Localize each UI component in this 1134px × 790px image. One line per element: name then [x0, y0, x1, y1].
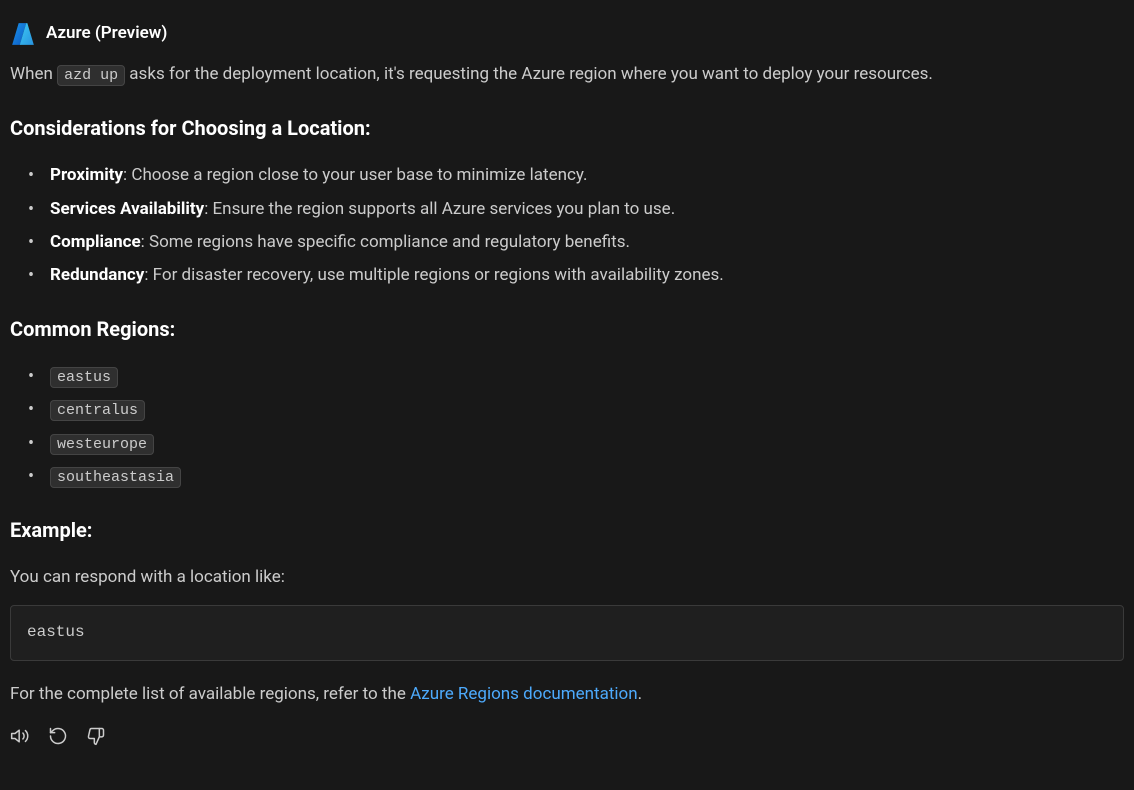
item-label: Redundancy	[50, 265, 144, 285]
thumbs-down-icon[interactable]	[86, 726, 106, 746]
intro-paragraph: When azd up asks for the deployment loca…	[10, 61, 1124, 88]
footer-before: For the complete list of available regio…	[10, 684, 410, 704]
item-text: : Some regions have specific compliance …	[141, 232, 630, 252]
region-code: eastus	[50, 367, 118, 388]
example-code-block: eastus	[10, 605, 1124, 661]
action-bar	[10, 726, 1124, 746]
example-code: eastus	[27, 623, 85, 641]
item-label: Proximity	[50, 165, 123, 185]
considerations-list: Proximity: Choose a region close to your…	[10, 162, 1124, 289]
azure-icon	[10, 21, 36, 47]
item-text: : Choose a region close to your user bas…	[123, 165, 588, 185]
item-text: : For disaster recovery, use multiple re…	[144, 265, 723, 285]
list-item: centralus	[34, 396, 1124, 423]
list-item: southeastasia	[34, 463, 1124, 490]
list-item: Services Availability: Ensure the region…	[34, 196, 1124, 223]
item-label: Compliance	[50, 232, 141, 252]
intro-after: asks for the deployment location, it's r…	[125, 64, 933, 84]
list-item: Redundancy: For disaster recovery, use m…	[34, 262, 1124, 289]
list-item: Proximity: Choose a region close to your…	[34, 162, 1124, 189]
region-code: westeurope	[50, 434, 154, 455]
list-item: eastus	[34, 363, 1124, 390]
example-lead: You can respond with a location like:	[10, 564, 1124, 591]
intro-before: When	[10, 64, 57, 84]
response-header: Azure (Preview)	[10, 20, 1124, 47]
region-code: centralus	[50, 400, 145, 421]
region-code: southeastasia	[50, 467, 181, 488]
item-text: : Ensure the region supports all Azure s…	[204, 199, 675, 219]
footer-paragraph: For the complete list of available regio…	[10, 681, 1124, 708]
intro-code: azd up	[57, 65, 125, 86]
azure-regions-link[interactable]: Azure Regions documentation	[410, 684, 638, 704]
common-regions-list: eastus centralus westeurope southeastasi…	[10, 363, 1124, 490]
common-regions-heading: Common Regions:	[10, 313, 1124, 345]
list-item: westeurope	[34, 430, 1124, 457]
speaker-icon[interactable]	[10, 726, 30, 746]
item-label: Services Availability	[50, 199, 204, 219]
header-title: Azure (Preview)	[46, 20, 167, 47]
footer-after: .	[638, 684, 642, 704]
retry-icon[interactable]	[48, 726, 68, 746]
example-heading: Example:	[10, 514, 1124, 546]
considerations-heading: Considerations for Choosing a Location:	[10, 112, 1124, 144]
list-item: Compliance: Some regions have specific c…	[34, 229, 1124, 256]
